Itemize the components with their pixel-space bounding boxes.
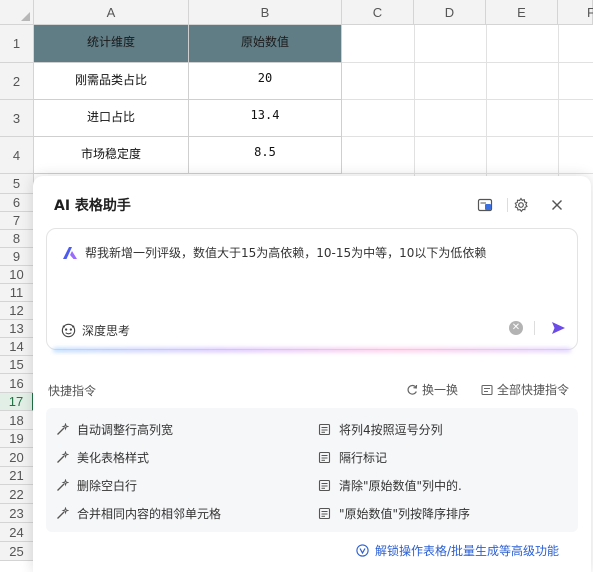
column-header-d[interactable]: D (414, 0, 486, 25)
panel-title: AI 表格助手 (54, 198, 131, 214)
ai-assistant-panel: AI 表格助手 帮我新增一列评级，数值大于15为高依赖，10-15为中等，10以… (33, 176, 591, 572)
quick-commands-list: 自动调整行高列宽 美化表格样式 删除空白行 合并相同内容的相邻单元格 将列4按照… (46, 408, 578, 532)
column-header-b[interactable]: B (189, 0, 342, 25)
table-cell[interactable]: 20 (189, 63, 342, 100)
table-cell[interactable]: 市场稳定度 (34, 137, 189, 174)
row-header[interactable]: 23 (0, 504, 34, 523)
row-header[interactable]: 22 (0, 485, 34, 504)
doc-icon (318, 479, 331, 492)
send-icon[interactable] (550, 320, 566, 336)
refresh-button[interactable]: 换一换 (406, 381, 458, 398)
gridline (414, 25, 415, 180)
brain-icon (61, 323, 76, 337)
row-header[interactable]: 13 (0, 320, 34, 338)
all-commands-label: 全部快捷指令 (497, 383, 570, 397)
row-header[interactable]: 19 (0, 430, 34, 448)
command-item[interactable]: 合并相同内容的相邻单元格 (56, 505, 221, 522)
table-cell[interactable]: 刚需品类占比 (34, 63, 189, 100)
table-header-cell[interactable]: 统计维度 (34, 25, 189, 63)
command-item[interactable]: 美化表格样式 (56, 449, 149, 466)
gear-icon[interactable] (512, 196, 530, 214)
table-cell[interactable]: 8.5 (189, 137, 342, 174)
column-header-c[interactable]: C (342, 0, 414, 25)
select-all-corner[interactable] (0, 0, 34, 25)
row-header[interactable]: 16 (0, 374, 34, 393)
row-header[interactable]: 7 (0, 212, 34, 230)
table-cell[interactable]: 13.4 (189, 100, 342, 137)
row-header[interactable]: 4 (0, 137, 34, 174)
row-header[interactable]: 8 (0, 230, 34, 248)
row-header[interactable]: 24 (0, 523, 34, 542)
column-header-e[interactable]: E (486, 0, 558, 25)
unlock-advanced-label: 解锁操作表格/批量生成等高级功能 (375, 544, 560, 558)
row-header[interactable]: 21 (0, 467, 34, 485)
command-item[interactable]: 清除"原始数值"列中的. (318, 477, 462, 494)
doc-icon (318, 451, 331, 464)
command-item[interactable]: 删除空白行 (56, 477, 137, 494)
row-header[interactable]: 2 (0, 63, 34, 100)
unlock-advanced-link[interactable]: 解锁操作表格/批量生成等高级功能 (356, 542, 559, 559)
row-header[interactable]: 9 (0, 248, 34, 266)
row-header[interactable]: 11 (0, 284, 34, 302)
send-divider (534, 321, 535, 335)
column-header-f[interactable]: F (558, 0, 593, 25)
refresh-label: 换一换 (422, 383, 459, 397)
prompt-input-box[interactable]: 帮我新增一列评级，数值大于15为高依赖，10-15为中等，10以下为低依赖 深度… (46, 228, 578, 350)
magic-wand-icon (57, 507, 69, 519)
deep-think-button[interactable]: 深度思考 (60, 318, 130, 342)
clear-icon[interactable]: ✕ (509, 321, 523, 335)
doc-icon (318, 507, 331, 520)
doc-icon (318, 423, 331, 436)
row-header[interactable]: 1 (0, 25, 34, 63)
magic-wand-icon (57, 479, 69, 491)
sidebar-toggle-icon[interactable] (476, 196, 494, 214)
table-header-cell[interactable]: 原始数值 (189, 25, 342, 63)
row-header[interactable]: 18 (0, 411, 34, 430)
ai-logo-icon (63, 247, 77, 259)
command-item[interactable]: 将列4按照逗号分列 (318, 421, 443, 438)
magic-wand-icon (57, 423, 69, 435)
command-item[interactable]: "原始数值"列按降序排序 (318, 505, 470, 522)
list-icon (481, 384, 493, 395)
header-divider (507, 198, 508, 212)
command-item[interactable]: 隔行标记 (318, 449, 387, 466)
prompt-glow (53, 348, 571, 352)
refresh-icon (407, 384, 418, 395)
table-cell[interactable]: 进口占比 (34, 100, 189, 137)
row-header[interactable]: 12 (0, 302, 34, 320)
row-header[interactable]: 14 (0, 338, 34, 356)
column-header-a[interactable]: A (34, 0, 189, 25)
gridline (558, 25, 559, 180)
magic-wand-icon (57, 451, 69, 463)
row-header-active[interactable]: 17 (0, 393, 34, 411)
row-header[interactable]: 6 (0, 194, 34, 212)
row-header[interactable]: 5 (0, 174, 34, 194)
close-icon[interactable] (548, 196, 566, 214)
row-header[interactable]: 10 (0, 266, 34, 284)
vip-icon (356, 544, 369, 557)
row-header[interactable]: 25 (0, 542, 34, 561)
quick-commands-label: 快捷指令 (48, 384, 97, 398)
all-commands-button[interactable]: 全部快捷指令 (481, 381, 569, 398)
deep-think-label: 深度思考 (82, 323, 131, 338)
gridline (486, 25, 487, 180)
row-header[interactable]: 20 (0, 448, 34, 467)
row-header[interactable]: 15 (0, 356, 34, 374)
command-item[interactable]: 自动调整行高列宽 (56, 421, 173, 438)
row-header[interactable]: 3 (0, 100, 34, 137)
prompt-text[interactable]: 帮我新增一列评级，数值大于15为高依赖，10-15为中等，10以下为低依赖 (85, 244, 486, 261)
